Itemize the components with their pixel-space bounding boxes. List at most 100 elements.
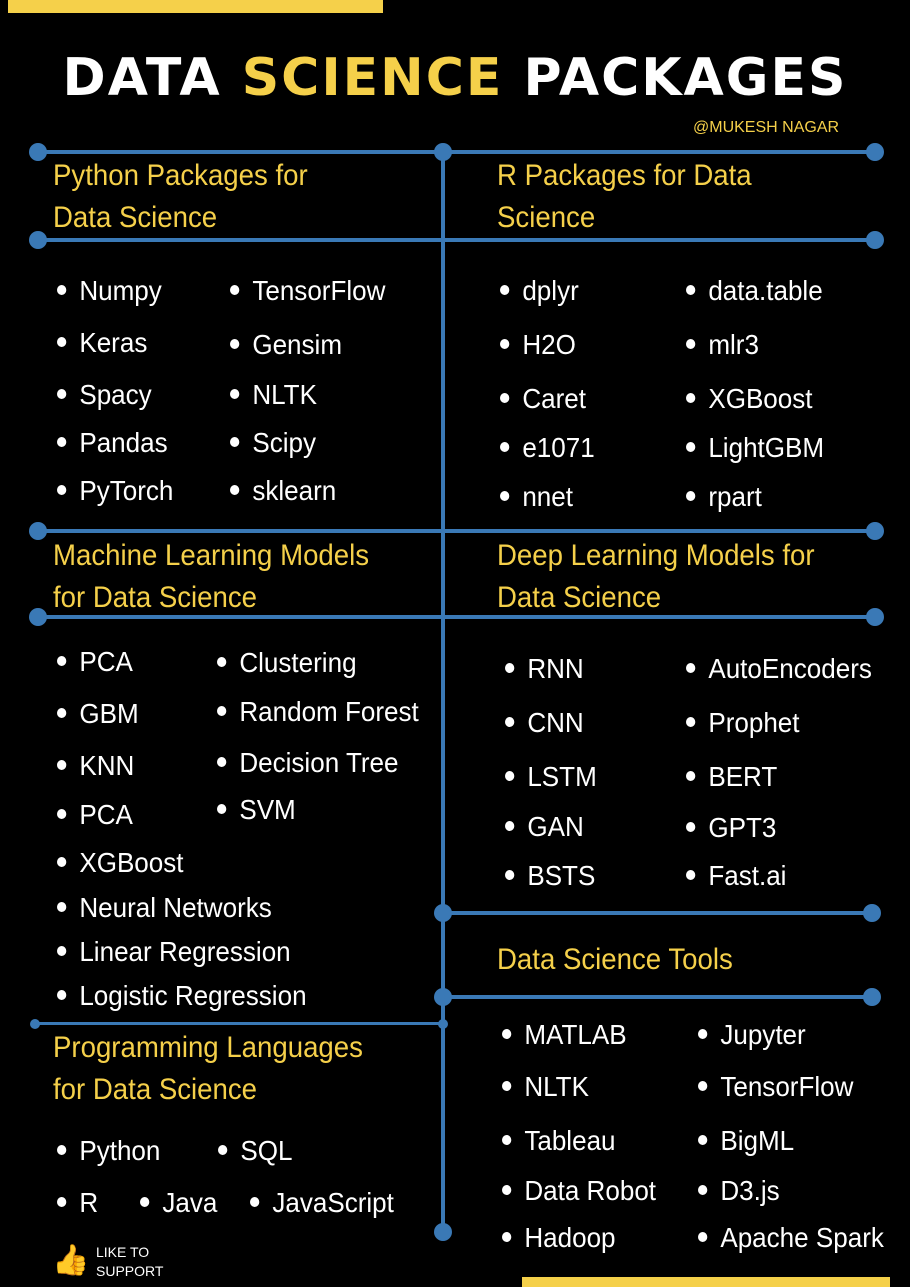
- ml-list-item: Clustering: [217, 647, 357, 679]
- bullet-icon: [57, 284, 67, 295]
- bullet-icon: [500, 441, 510, 452]
- tools-list-item: TensorFlow: [698, 1071, 853, 1103]
- author-credit: @MUKESH NAGAR: [693, 119, 840, 136]
- line-dot: [866, 231, 884, 249]
- dl-list-item: GAN: [505, 811, 584, 843]
- dl-heading: Deep Learning Models for Data Science: [497, 539, 815, 614]
- ml-list-item: PCA: [57, 646, 133, 678]
- r-list-item: nnet: [500, 481, 573, 513]
- bullet-icon: [57, 484, 67, 495]
- item-label: Spacy: [79, 379, 152, 410]
- title-part1: DATA: [62, 48, 242, 108]
- bullet-icon: [57, 759, 67, 770]
- item-label: Caret: [522, 383, 586, 414]
- item-label: LSTM: [527, 761, 597, 792]
- item-label: AutoEncoders: [708, 653, 872, 684]
- item-label: SQL: [240, 1135, 293, 1166]
- item-label: Hadoop: [524, 1222, 616, 1253]
- item-label: Apache Spark: [720, 1222, 884, 1253]
- python-list-item: TensorFlow: [230, 275, 385, 307]
- divider-line: [443, 911, 872, 915]
- bullet-icon: [686, 392, 696, 403]
- item-label: Tableau: [524, 1125, 616, 1156]
- line-dot: [29, 608, 47, 626]
- item-label: sklearn: [252, 475, 337, 506]
- bullet-icon: [57, 388, 67, 399]
- ml-list-item: Decision Tree: [217, 747, 399, 779]
- page-title: DATA SCIENCE PACKAGES: [0, 48, 910, 108]
- bullet-icon: [57, 1196, 67, 1207]
- r-list-item: LightGBM: [686, 432, 824, 464]
- item-label: Pandas: [79, 427, 168, 458]
- line-dot: [434, 1223, 452, 1241]
- python-list-item: Scipy: [230, 427, 316, 459]
- item-label: PyTorch: [79, 475, 174, 506]
- item-label: mlr3: [708, 329, 759, 360]
- bullet-icon: [686, 338, 696, 349]
- dl-list-item: BSTS: [505, 860, 595, 892]
- divider-line: [443, 995, 872, 999]
- item-label: Neural Networks: [79, 892, 272, 923]
- ml-list-item: XGBoost: [57, 847, 184, 879]
- bullet-icon: [686, 490, 696, 501]
- line-dot: [434, 904, 452, 922]
- item-label: Decision Tree: [239, 747, 399, 778]
- item-label: Numpy: [79, 275, 162, 306]
- python-list-item: NLTK: [230, 379, 317, 411]
- item-label: RNN: [527, 653, 584, 684]
- bullet-icon: [505, 770, 515, 781]
- item-label: MATLAB: [524, 1019, 627, 1050]
- dl-list-item: AutoEncoders: [686, 653, 872, 685]
- item-label: XGBoost: [79, 847, 184, 878]
- bullet-icon: [500, 392, 510, 403]
- r-list-item: data.table: [686, 275, 823, 307]
- bullet-icon: [502, 1080, 512, 1091]
- r-heading: R Packages for Data Science: [497, 159, 752, 234]
- tools-list-item: NLTK: [502, 1071, 589, 1103]
- item-label: CNN: [527, 707, 584, 738]
- item-label: NLTK: [524, 1071, 589, 1102]
- bullet-icon: [140, 1196, 150, 1207]
- item-label: JavaScript: [272, 1187, 394, 1218]
- infographic: DATA SCIENCE PACKAGES @MUKESH NAGAR Pyth…: [0, 0, 910, 1287]
- ml-list-item: GBM: [57, 698, 139, 730]
- item-label: Scipy: [252, 427, 316, 458]
- tools-list-item: MATLAB: [502, 1019, 627, 1051]
- line-dot: [866, 522, 884, 540]
- bullet-icon: [230, 284, 240, 295]
- item-label: Gensim: [252, 329, 343, 360]
- bottom-accent-bar: [522, 1277, 890, 1287]
- python-list-item: Keras: [57, 327, 147, 359]
- bullet-icon: [57, 436, 67, 447]
- like-to-support: LIKE TO SUPPORT: [96, 1244, 164, 1279]
- line-dot: [30, 1019, 40, 1029]
- bullet-icon: [502, 1028, 512, 1039]
- languages-list-item: Java: [140, 1187, 217, 1219]
- bullet-icon: [500, 284, 510, 295]
- bullet-icon: [505, 662, 515, 673]
- bullet-icon: [686, 869, 696, 880]
- r-list-item: H2O: [500, 329, 576, 361]
- item-label: data.table: [708, 275, 823, 306]
- bullet-icon: [57, 989, 67, 1000]
- dl-list-item: RNN: [505, 653, 584, 685]
- ml-list-item: Neural Networks: [57, 892, 272, 924]
- languages-heading: Programming Languages for Data Science: [53, 1031, 363, 1106]
- r-list-item: e1071: [500, 432, 595, 464]
- bullet-icon: [698, 1028, 708, 1039]
- bullet-icon: [500, 338, 510, 349]
- python-list-item: Pandas: [57, 427, 168, 459]
- r-list-item: mlr3: [686, 329, 759, 361]
- python-list-item: Gensim: [230, 329, 342, 361]
- bullet-icon: [230, 388, 240, 399]
- item-label: NLTK: [252, 379, 317, 410]
- item-label: dplyr: [522, 275, 579, 306]
- item-label: XGBoost: [708, 383, 813, 414]
- bullet-icon: [502, 1134, 512, 1145]
- item-label: BSTS: [527, 860, 596, 891]
- line-dot: [29, 231, 47, 249]
- ml-list-item: Random Forest: [217, 696, 419, 728]
- thumbs-up-icon: 👍: [52, 1244, 90, 1277]
- item-label: Jupyter: [720, 1019, 806, 1050]
- item-label: Java: [162, 1187, 218, 1218]
